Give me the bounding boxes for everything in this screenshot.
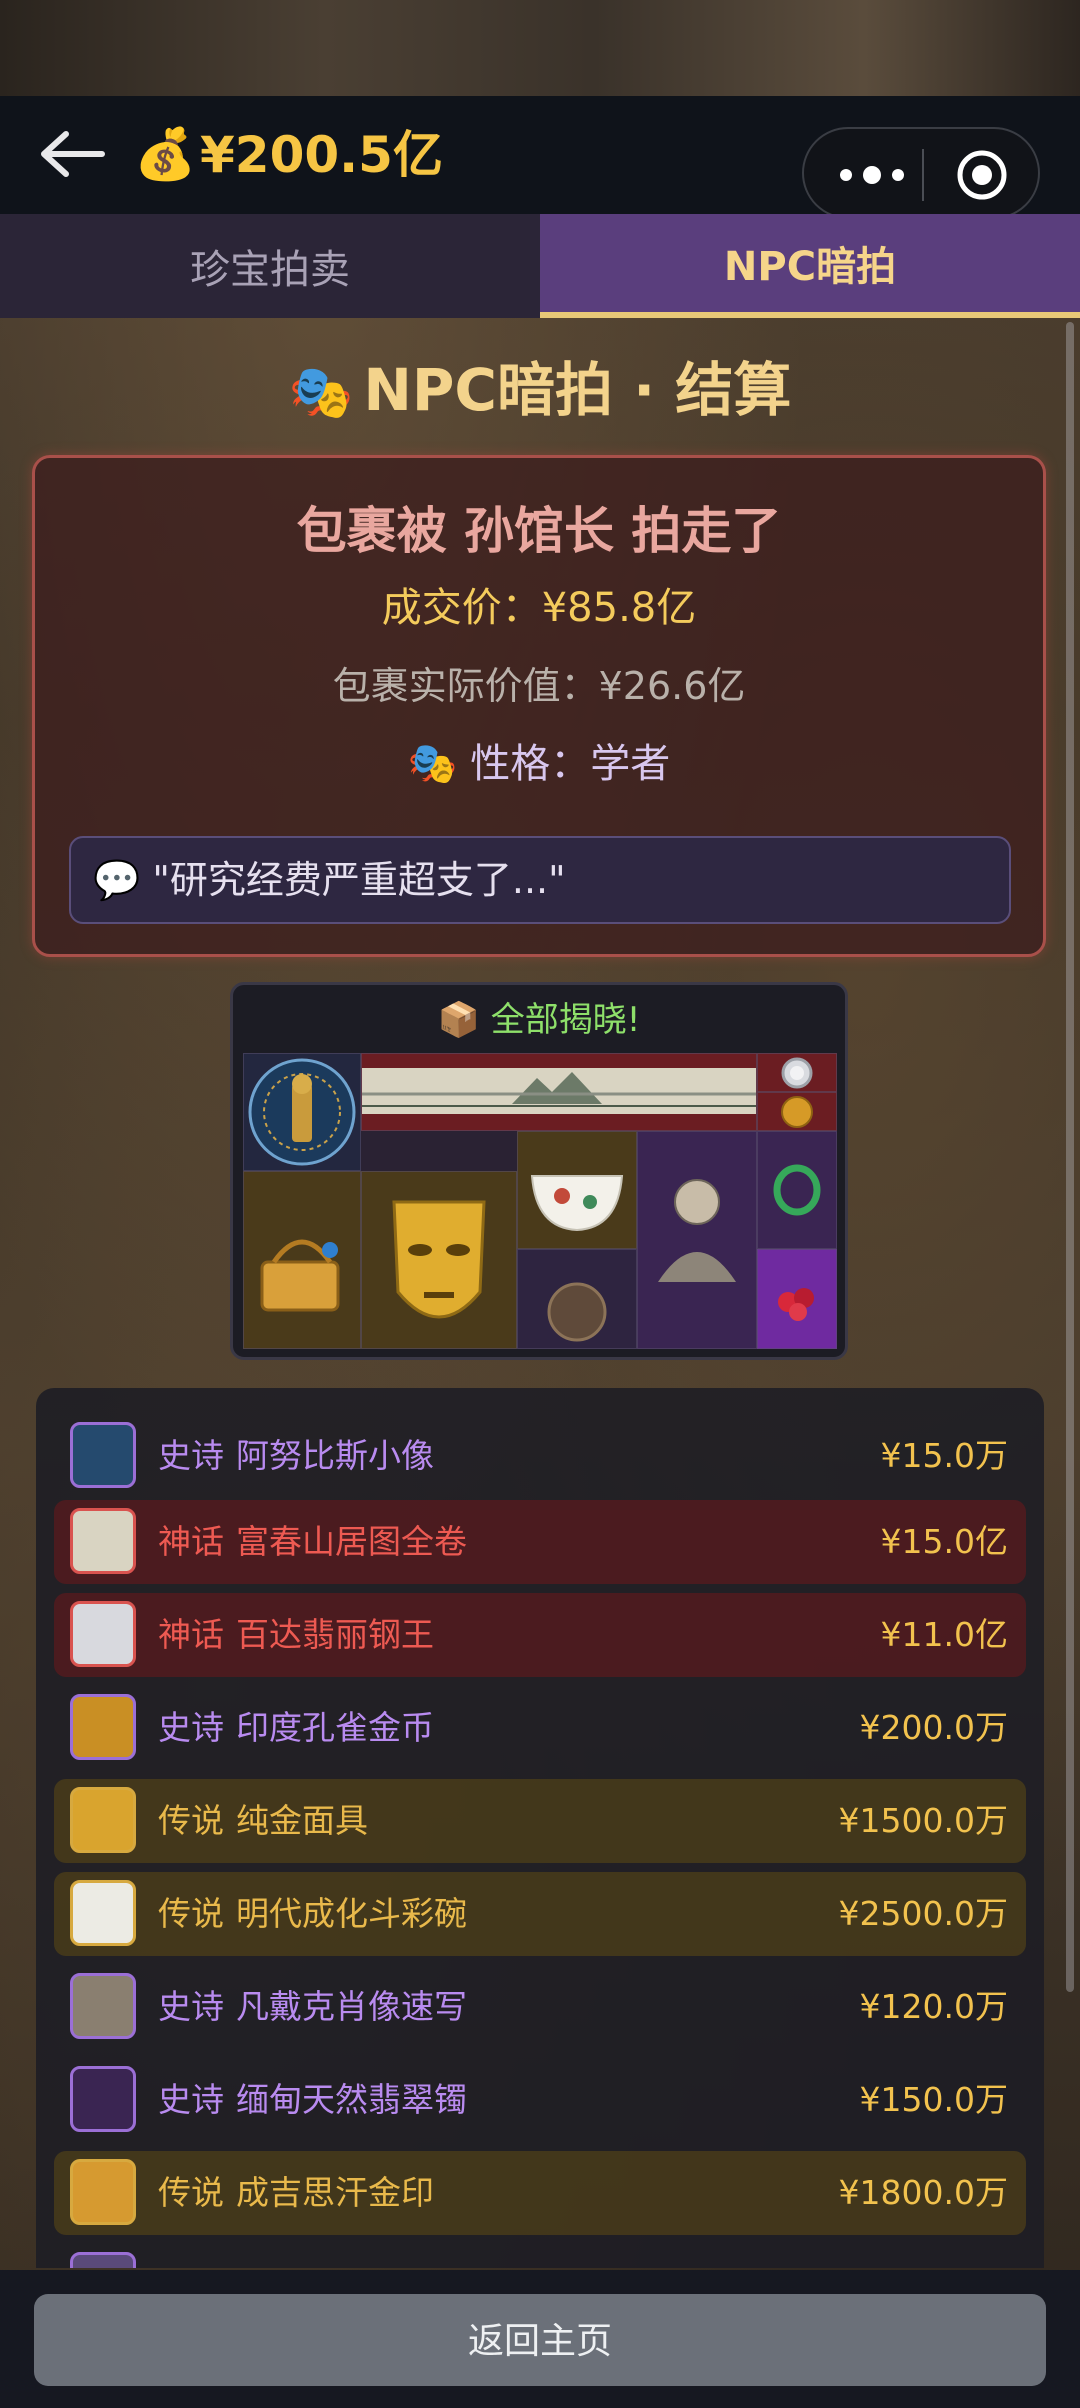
return-home-button[interactable]: 返回主页 xyxy=(34,2294,1046,2386)
item-name: 阿努比斯小像 xyxy=(236,1436,434,1475)
list-item[interactable]: 史诗 缅甸天然翡翠镯 ¥150.0万 xyxy=(54,2058,1026,2142)
item-thumbnail xyxy=(70,2252,136,2268)
gold-mask-icon xyxy=(70,1787,136,1853)
personality-text: 性格：学者 xyxy=(470,741,671,787)
list-item[interactable]: 传说 纯金面具 ¥1500.0万 xyxy=(54,1779,1026,1863)
item-name: 凡戴克肖像速写 xyxy=(236,1987,467,2026)
item-grid xyxy=(243,1053,837,1349)
list-item[interactable]: 史诗 阿努比斯小像 ¥15.0万 xyxy=(54,1414,1026,1498)
grid-cell-anubis xyxy=(243,1053,361,1171)
more-options-icon[interactable] xyxy=(832,159,912,191)
tab-npc-blind-auction[interactable]: NPC暗拍 xyxy=(540,214,1080,318)
theater-masks-icon: 🎭 xyxy=(407,741,458,787)
item-rarity: 史诗 xyxy=(158,2080,224,2119)
landscape-scroll-icon xyxy=(70,1508,136,1574)
grid-cell-scroll-painting xyxy=(361,1053,757,1131)
theater-masks-icon: 🎭 xyxy=(288,363,354,423)
capsule-divider xyxy=(922,149,924,201)
balance-amount: ¥200.5亿 xyxy=(200,126,443,184)
jade-bangle-icon xyxy=(70,2066,136,2132)
reveal-panel: 📦 全部揭晓! xyxy=(230,982,848,1360)
grid-cell-rubies xyxy=(757,1249,837,1349)
npc-quote: 💬 "研究经费严重超支了..." xyxy=(69,836,1011,924)
item-rarity: 神话 xyxy=(158,1615,224,1654)
item-price: ¥11.0亿 xyxy=(880,1615,1008,1654)
item-price: ¥2500.0万 xyxy=(838,1894,1008,1933)
item-price: ¥150.0万 xyxy=(859,2080,1008,2119)
anubis-statue-icon xyxy=(70,1422,136,1488)
tab-bar: 珍宝拍卖 NPC暗拍 xyxy=(0,214,1080,318)
list-item[interactable]: 传说 成吉思汗金印 ¥1800.0万 xyxy=(54,2151,1026,2235)
item-price: ¥200.0万 xyxy=(859,1708,1008,1747)
gold-coin-icon xyxy=(70,1694,136,1760)
speech-bubble-icon: 💬 xyxy=(93,858,141,902)
item-rarity: 史诗 xyxy=(158,1436,224,1475)
npc-personality: 🎭 性格：学者 xyxy=(35,734,1043,794)
background-photo xyxy=(0,0,1080,96)
tab-treasure-auction[interactable]: 珍宝拍卖 xyxy=(0,214,540,318)
grid-cell-basket xyxy=(243,1171,361,1349)
reveal-title-text: 全部揭晓! xyxy=(490,1000,641,1040)
scrollbar[interactable] xyxy=(1066,322,1074,1992)
item-price: ¥1800.0万 xyxy=(838,2173,1008,2212)
grid-cell-gold-coin xyxy=(757,1092,837,1131)
mini-program-capsule xyxy=(802,127,1040,219)
item-list: 史诗 阿努比斯小像 ¥15.0万 神话 富春山居图全卷 ¥15.0亿 神话 百达… xyxy=(36,1388,1044,2268)
item-rarity: 传说 xyxy=(158,1801,224,1840)
item-rarity: 传说 xyxy=(158,1894,224,1933)
item-name: 纯金面具 xyxy=(236,1801,368,1840)
item-name: 富春山居图全卷 xyxy=(236,1522,467,1561)
porcelain-bowl-icon xyxy=(70,1880,136,1946)
grid-cell-gold-mask xyxy=(361,1171,517,1349)
grid-cell-porcelain-bowl xyxy=(517,1131,637,1249)
reveal-title: 📦 全部揭晓! xyxy=(233,993,845,1047)
close-target-icon[interactable] xyxy=(956,149,1008,201)
item-rarity: 史诗 xyxy=(158,1708,224,1747)
list-item[interactable]: 神话 百达翡丽钢王 ¥11.0亿 xyxy=(54,1593,1026,1677)
list-item[interactable]: 神话 富春山居图全卷 ¥15.0亿 xyxy=(54,1500,1026,1584)
item-price: ¥120.0万 xyxy=(859,1987,1008,2026)
grid-cell-jade-bangle xyxy=(757,1131,837,1249)
list-item-partial[interactable] xyxy=(54,2244,1026,2268)
item-price: ¥15.0万 xyxy=(880,1436,1008,1475)
page-title: 🎭 NPC暗拍 · 结算 xyxy=(0,350,1080,433)
portrait-sketch-icon xyxy=(70,1973,136,2039)
actual-value: 包裹实际价值：¥26.6亿 xyxy=(332,664,746,708)
item-price: ¥15.0亿 xyxy=(880,1522,1008,1561)
wristwatch-icon xyxy=(70,1601,136,1667)
item-rarity: 神话 xyxy=(158,1522,224,1561)
page-title-text: NPC暗拍 · 结算 xyxy=(363,356,792,424)
item-price: ¥1500.0万 xyxy=(838,1801,1008,1840)
list-item[interactable]: 史诗 印度孔雀金币 ¥200.0万 xyxy=(54,1686,1026,1770)
quote-text: "研究经费严重超支了..." xyxy=(152,858,566,902)
item-name: 印度孔雀金币 xyxy=(236,1708,434,1747)
item-rarity: 史诗 xyxy=(158,1987,224,2026)
money-bag-icon: 💰 xyxy=(134,125,197,183)
winner-headline: 包裹被 孙馆长 拍走了 xyxy=(296,502,782,560)
item-name: 缅甸天然翡翠镯 xyxy=(236,2080,467,2119)
settlement-result-card: 包裹被 孙馆长 拍走了 成交价：¥85.8亿 包裹实际价值：¥26.6亿 🎭 性… xyxy=(32,455,1046,957)
item-name: 明代成化斗彩碗 xyxy=(236,1894,467,1933)
grid-cell-seal xyxy=(517,1249,637,1349)
list-item[interactable]: 史诗 凡戴克肖像速写 ¥120.0万 xyxy=(54,1965,1026,2049)
item-rarity: 传说 xyxy=(158,2173,224,2212)
package-icon: 📦 xyxy=(437,1000,480,1040)
list-item[interactable]: 传说 明代成化斗彩碗 ¥2500.0万 xyxy=(54,1872,1026,1956)
item-name: 百达翡丽钢王 xyxy=(236,1615,434,1654)
grid-cell-portrait xyxy=(637,1131,757,1349)
item-name: 成吉思汗金印 xyxy=(236,2173,434,2212)
grid-cell-watch xyxy=(757,1053,837,1092)
back-arrow-icon[interactable] xyxy=(36,124,108,184)
gold-seal-icon xyxy=(70,2159,136,2225)
deal-price: 成交价：¥85.8亿 xyxy=(381,585,697,631)
